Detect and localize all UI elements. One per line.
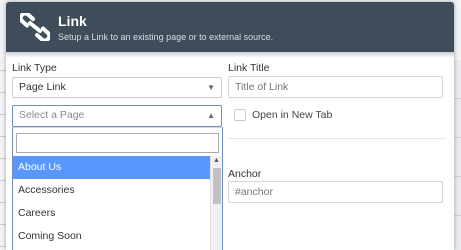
scrollbar-thumb[interactable] [213,168,221,204]
page-select[interactable]: Select a Page ▲ [12,105,222,127]
dropdown-option-about-us[interactable]: About Us [13,156,210,179]
link-type-label: Link Type [12,62,57,74]
link-chain-icon [20,13,50,41]
page-select-placeholder: Select a Page [19,109,85,121]
modal-subtitle: Setup a Link to an existing page or to e… [58,32,274,42]
open-new-tab-label: Open in New Tab [252,109,333,121]
link-title-input[interactable] [228,76,443,98]
modal-title: Link [58,13,87,29]
anchor-input[interactable] [228,181,443,203]
caret-up-icon: ▲ [207,111,215,120]
caret-down-icon: ▼ [207,83,215,92]
page-select-dropdown: About Us Accessories Careers Coming Soon… [12,127,223,250]
dropdown-search-input[interactable] [16,133,219,153]
link-modal: Link Setup a Link to an existing page or… [6,2,454,250]
link-type-value: Page Link [19,81,66,93]
dropdown-options: About Us Accessories Careers Coming Soon [13,156,210,248]
modal-header: Link Setup a Link to an existing page or… [6,2,454,52]
link-title-label: Link Title [228,62,270,74]
dropdown-scrollbar[interactable]: ▲ [210,156,222,250]
dropdown-option-coming-soon[interactable]: Coming Soon [13,225,210,248]
header-shadow [6,52,454,58]
link-type-select[interactable]: Page Link ▼ [12,77,222,98]
dropdown-option-accessories[interactable]: Accessories [13,179,210,202]
section-divider [228,138,446,139]
scroll-up-icon[interactable]: ▲ [213,157,220,164]
dropdown-option-careers[interactable]: Careers [13,202,210,225]
anchor-label: Anchor [228,168,262,180]
background-content-right [454,60,461,250]
open-new-tab-checkbox[interactable] [234,109,246,121]
